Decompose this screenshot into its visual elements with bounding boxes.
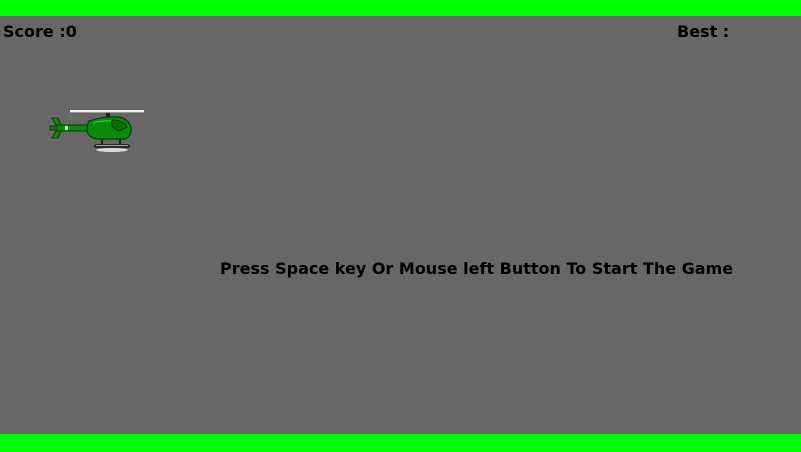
top-boundary <box>0 0 801 16</box>
start-prompt-text: Press Space key Or Mouse left Button To … <box>220 259 734 278</box>
score-label: Score : <box>3 22 66 41</box>
best-label: Best : <box>677 22 730 41</box>
score-display: Score :0 <box>3 22 77 41</box>
bottom-boundary <box>0 434 801 452</box>
helicopter-icon <box>49 108 147 154</box>
best-score-display: Best : <box>677 22 729 41</box>
score-value: 0 <box>65 22 77 41</box>
